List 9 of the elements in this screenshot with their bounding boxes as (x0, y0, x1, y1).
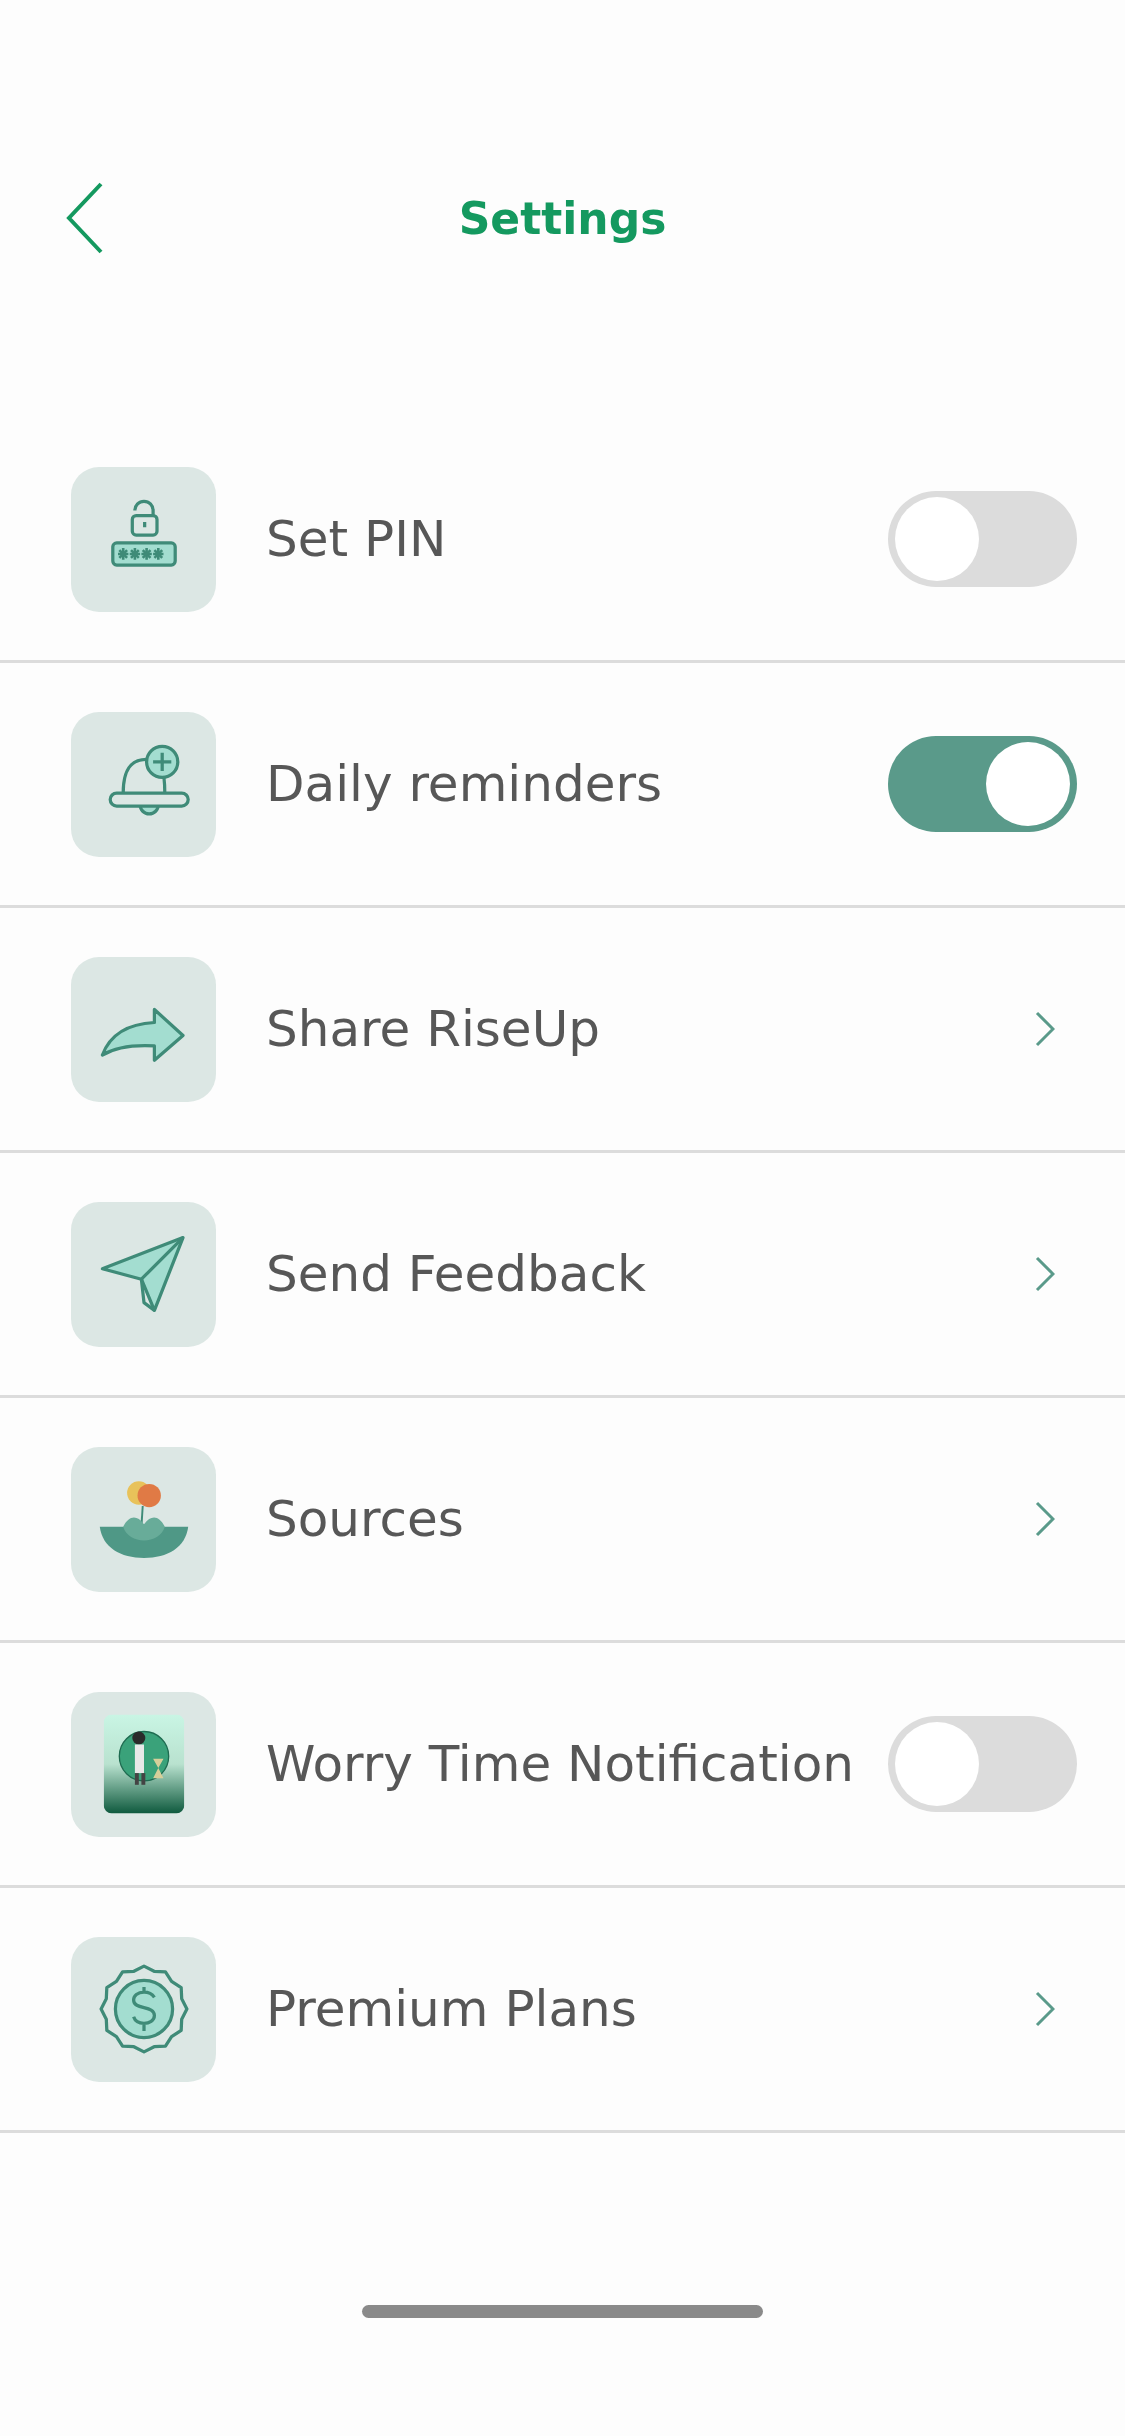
setting-label: Daily reminders (266, 755, 664, 813)
back-chevron-icon (65, 182, 105, 254)
setting-label: Worry Time Notification (266, 1735, 855, 1793)
setting-label: Set PIN (266, 510, 448, 568)
setting-label: Premium Plans (266, 1980, 638, 2038)
setting-label: Sources (266, 1490, 465, 1548)
page-title: Settings (458, 192, 667, 244)
setting-label: Send Feedback (266, 1245, 647, 1303)
setting-label: Share RiseUp (266, 1000, 601, 1058)
